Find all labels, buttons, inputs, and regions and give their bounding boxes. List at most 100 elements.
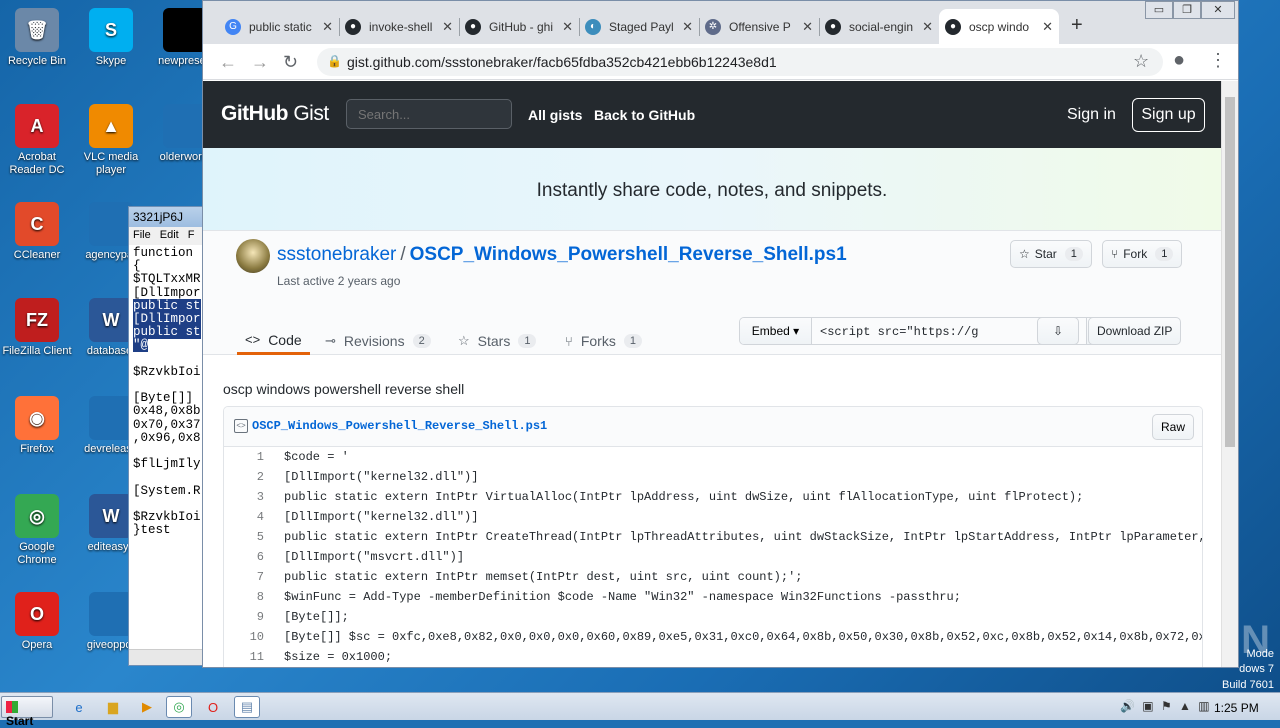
fork-button[interactable]: ⑂ Fork 1 bbox=[1102, 240, 1183, 268]
address-bar[interactable]: 🔒 gist.github.com/ssstonebraker/facb65fd… bbox=[317, 48, 1163, 76]
desktop-icon[interactable]: O Opera bbox=[0, 592, 74, 652]
desktop-icon[interactable]: ◎ Google Chrome bbox=[0, 494, 74, 567]
tab-stars[interactable]: ☆ Stars 1 bbox=[458, 327, 537, 355]
desktop-icon[interactable]: 🗑 Recycle Bin bbox=[0, 8, 74, 68]
close-tab-icon[interactable]: ✕ bbox=[922, 19, 933, 35]
notepad-scrollbar[interactable] bbox=[129, 649, 207, 665]
code-line: 6 [DllImport("msvcrt.dll")] bbox=[224, 547, 1202, 567]
desktop-icon[interactable]: S Skype bbox=[74, 8, 148, 68]
opera-taskbar-icon[interactable]: O bbox=[200, 696, 226, 718]
desktop-icon[interactable]: ▲ VLC media player bbox=[74, 104, 148, 177]
clock[interactable]: 1:25 PM bbox=[1214, 701, 1259, 715]
close-tab-icon[interactable]: ✕ bbox=[1042, 19, 1053, 35]
desktop-icon[interactable]: A Acrobat Reader DC bbox=[0, 104, 74, 177]
close-window-button[interactable]: ✕ bbox=[1201, 1, 1235, 19]
notepad-menu[interactable]: File Edit F bbox=[129, 227, 207, 245]
favicon-icon: ● bbox=[345, 18, 361, 35]
notepad-text[interactable]: function{$TQLTxxMR [DllImpor public st [Dll… bbox=[129, 245, 207, 645]
notepad-window[interactable]: 3321jP6J File Edit F function{$TQLTxxMR[… bbox=[128, 206, 208, 666]
browser-tab[interactable]: ✲ Offensive P ✕ bbox=[699, 9, 819, 44]
code-line: 10 [Byte[]] $sc = 0xfc,0xe8,0x82,0x0,0x0,… bbox=[224, 627, 1202, 647]
close-tab-icon[interactable]: ✕ bbox=[802, 19, 813, 35]
gist-page: GitHub Gist All gists Back to GitHub Sig… bbox=[203, 81, 1221, 667]
code-text: public static extern IntPtr CreateThread… bbox=[284, 530, 1203, 544]
search-input[interactable] bbox=[346, 99, 512, 129]
ie-icon[interactable]: e bbox=[66, 696, 92, 718]
forward-icon[interactable]: → bbox=[251, 52, 269, 73]
line-number[interactable]: 10 bbox=[224, 627, 274, 647]
menu-icon[interactable]: ⋮ bbox=[1209, 50, 1227, 71]
minimize-button[interactable]: ▭ bbox=[1145, 1, 1173, 19]
line-number[interactable]: 4 bbox=[224, 507, 274, 527]
url-text: gist.github.com/ssstonebraker/facb65fdba… bbox=[347, 54, 777, 70]
owner-link[interactable]: ssstonebraker bbox=[277, 244, 396, 265]
github-gist-logo[interactable]: GitHub Gist bbox=[221, 102, 329, 126]
sign-in-link[interactable]: Sign in bbox=[1067, 106, 1116, 124]
code-text: $size = 0x1000; bbox=[284, 650, 393, 664]
scrollbar-thumb[interactable] bbox=[1225, 97, 1235, 447]
code-line: 5 public static extern IntPtr CreateThrea… bbox=[224, 527, 1202, 547]
line-number[interactable]: 1 bbox=[224, 447, 274, 467]
bookmark-star-icon[interactable]: ☆ bbox=[1133, 51, 1149, 72]
tab-code[interactable]: <> Code bbox=[237, 327, 310, 355]
download-icon[interactable]: ⇩ bbox=[1037, 317, 1079, 345]
browser-tab[interactable]: ● GitHub - ghi ✕ bbox=[459, 9, 579, 44]
app-icon bbox=[163, 8, 207, 52]
desktop-icon[interactable]: C CCleaner bbox=[0, 202, 74, 262]
media-player-icon[interactable]: ▶ bbox=[134, 696, 160, 718]
gist-name-link[interactable]: OSCP_Windows_Powershell_Reverse_Shell.ps… bbox=[410, 244, 847, 265]
app-icon: O bbox=[15, 592, 59, 636]
reload-icon[interactable]: ↻ bbox=[283, 52, 298, 73]
sign-up-button[interactable]: Sign up bbox=[1132, 98, 1205, 132]
browser-tab[interactable]: ● social-engin ✕ bbox=[819, 9, 939, 44]
notepad-line: $flLjmIly bbox=[133, 457, 201, 472]
browser-tab[interactable]: ● oscp windo ✕ bbox=[939, 9, 1059, 44]
desktop-icon-label: Opera bbox=[21, 639, 53, 651]
desktop-icon[interactable]: FZ FileZilla Client bbox=[0, 298, 74, 358]
tab-revisions[interactable]: ⊸ Revisions 2 bbox=[325, 327, 431, 355]
fork-icon: ⑂ bbox=[1111, 247, 1119, 261]
embed-dropdown[interactable]: Embed ▾ bbox=[740, 318, 812, 344]
profile-icon[interactable]: ● bbox=[1173, 49, 1185, 72]
close-tab-icon[interactable]: ✕ bbox=[562, 19, 573, 35]
tab-title: GitHub - ghi bbox=[489, 19, 554, 34]
windows-icon bbox=[6, 701, 18, 713]
page-scrollbar[interactable] bbox=[1221, 81, 1238, 667]
desktop-icon[interactable]: ◉ Firefox bbox=[0, 396, 74, 456]
star-button[interactable]: ☆ Star 1 bbox=[1010, 240, 1092, 268]
raw-button[interactable]: Raw bbox=[1151, 414, 1194, 440]
system-tray[interactable]: 🔊 ▣ ⚑ ▲ ▥ bbox=[1120, 699, 1210, 713]
code-text: [DllImport("kernel32.dll")] bbox=[284, 470, 479, 484]
chrome-taskbar-icon[interactable]: ◎ bbox=[166, 696, 192, 718]
close-tab-icon[interactable]: ✕ bbox=[442, 19, 453, 35]
back-icon[interactable]: ← bbox=[219, 52, 237, 73]
browser-tab[interactable]: Gpublic static ✕ bbox=[219, 9, 339, 44]
file-name-link[interactable]: OSCP_Windows_Powershell_Reverse_Shell.ps… bbox=[252, 419, 547, 433]
close-tab-icon[interactable]: ✕ bbox=[322, 19, 333, 35]
back-to-github-link[interactable]: Back to GitHub bbox=[594, 107, 695, 123]
line-number[interactable]: 9 bbox=[224, 607, 274, 627]
close-tab-icon[interactable]: ✕ bbox=[682, 19, 693, 35]
start-button[interactable]: Start bbox=[1, 696, 53, 728]
new-tab-button[interactable]: + bbox=[1071, 14, 1083, 37]
notepad-taskbar-icon[interactable]: ▤ bbox=[234, 696, 260, 718]
line-number[interactable]: 6 bbox=[224, 547, 274, 567]
browser-tab[interactable]: ◐ Staged Payl ✕ bbox=[579, 9, 699, 44]
notepad-title[interactable]: 3321jP6J bbox=[129, 207, 207, 227]
tab-forks[interactable]: ⑂ Forks 1 bbox=[565, 327, 642, 355]
app-icon bbox=[89, 592, 133, 636]
avatar[interactable] bbox=[236, 239, 270, 273]
download-zip-button[interactable]: Download ZIP bbox=[1088, 317, 1182, 345]
browser-tab[interactable]: ● invoke-shell ✕ bbox=[339, 9, 459, 44]
star-icon: ☆ bbox=[1019, 247, 1030, 261]
line-number[interactable]: 3 bbox=[224, 487, 274, 507]
all-gists-link[interactable]: All gists bbox=[528, 107, 582, 123]
explorer-icon[interactable]: ▆ bbox=[100, 696, 126, 718]
line-number[interactable]: 11 bbox=[224, 647, 274, 667]
code-text: $code = ' bbox=[284, 450, 349, 464]
line-number[interactable]: 7 bbox=[224, 567, 274, 587]
maximize-button[interactable]: ❐ bbox=[1173, 1, 1201, 19]
line-number[interactable]: 8 bbox=[224, 587, 274, 607]
line-number[interactable]: 5 bbox=[224, 527, 274, 547]
line-number[interactable]: 2 bbox=[224, 467, 274, 487]
